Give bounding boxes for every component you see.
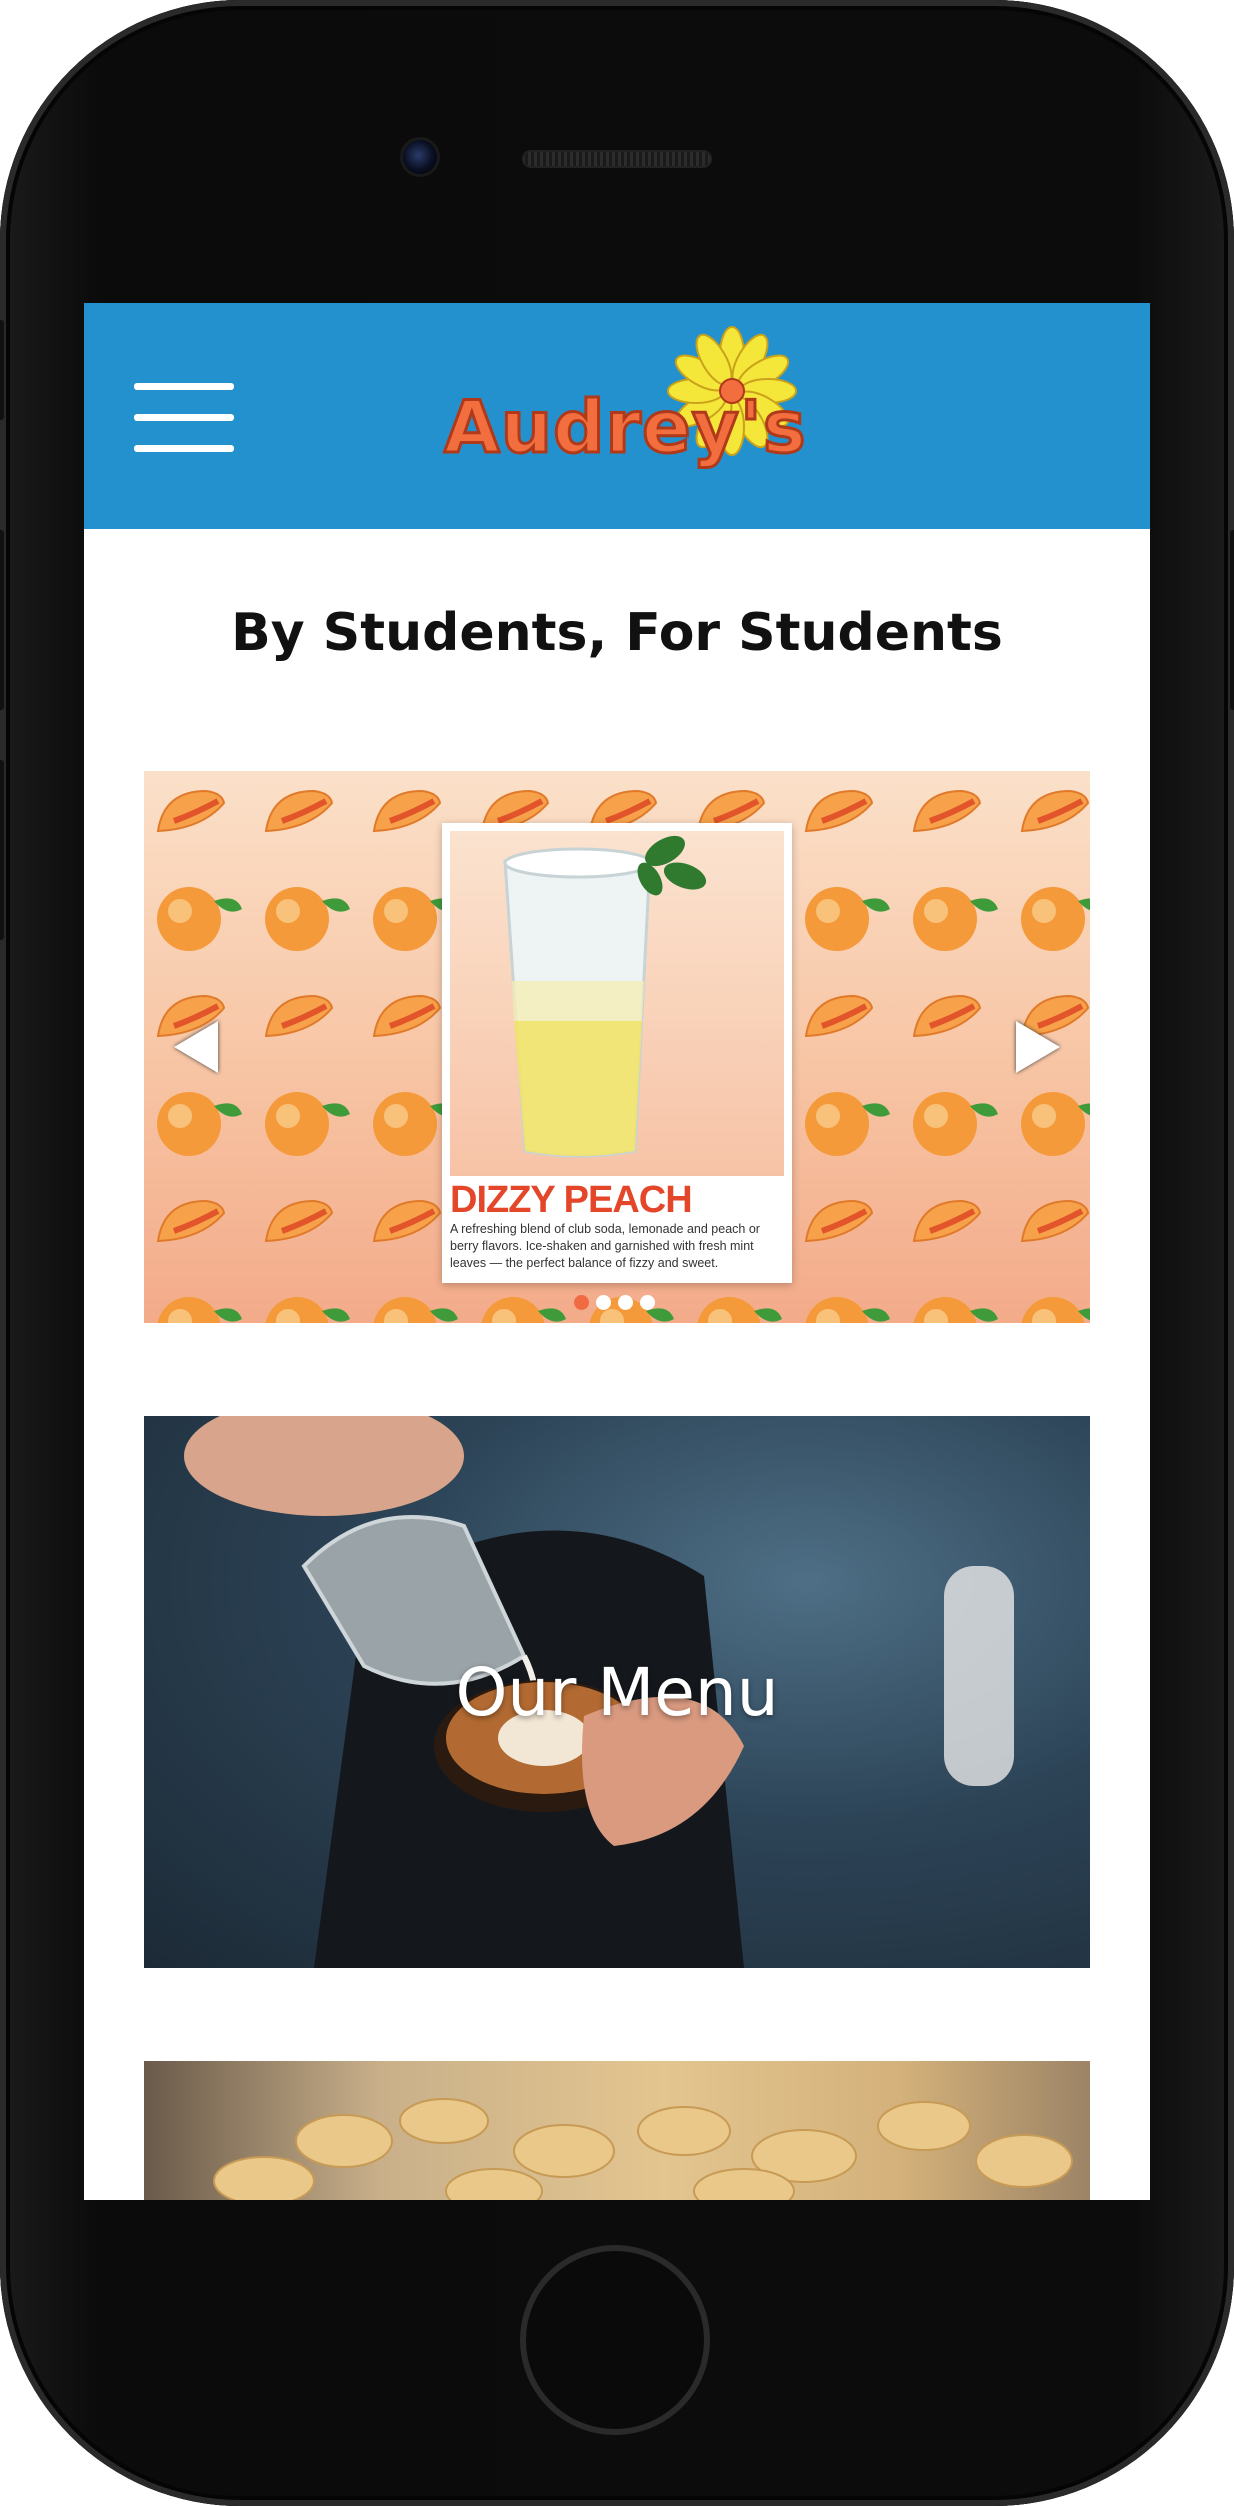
slider-dot-1[interactable]	[574, 1295, 589, 1310]
slider-prev-icon[interactable]	[174, 1021, 218, 1073]
slider-next-icon[interactable]	[1016, 1021, 1060, 1073]
page-tagline: By Students, For Students	[231, 603, 1003, 663]
volume-down-button	[0, 760, 4, 940]
slider-dot-2[interactable]	[596, 1295, 611, 1310]
slider-dot-3[interactable]	[618, 1295, 633, 1310]
drink-card[interactable]: DIZZY PEACH A refreshing blend of club s…	[442, 823, 792, 1283]
our-menu-label: Our Menu	[455, 1654, 779, 1731]
front-camera	[403, 140, 437, 174]
drink-description: A refreshing blend of club soda, lemonad…	[450, 1222, 760, 1270]
mute-switch	[0, 320, 4, 420]
volume-up-button	[0, 530, 4, 710]
slider-pagination	[574, 1295, 662, 1315]
home-button[interactable]	[520, 2245, 710, 2435]
power-button	[1230, 530, 1234, 710]
pastry-tile[interactable]	[144, 2061, 1090, 2200]
audreys-logo[interactable]: Audrey's	[443, 325, 808, 495]
phone-frame: Audrey's By Students, For Students DIZZY…	[0, 0, 1234, 2506]
glass-illustration	[503, 835, 707, 1158]
drink-photo	[450, 831, 784, 1176]
slider-dot-4[interactable]	[640, 1295, 655, 1310]
our-menu-tile[interactable]: Our Menu	[144, 1416, 1090, 1968]
site-header: Audrey's	[84, 303, 1150, 529]
earpiece-speaker	[522, 150, 712, 168]
brand-wordmark: Audrey's	[443, 384, 808, 471]
promo-slider[interactable]: DIZZY PEACH A refreshing blend of club s…	[144, 771, 1090, 1323]
drink-title: DIZZY PEACH	[450, 1179, 693, 1221]
hamburger-icon[interactable]	[134, 383, 234, 453]
phone-screen: Audrey's By Students, For Students DIZZY…	[84, 303, 1150, 2200]
pastries-photo	[213, 2098, 1073, 2200]
